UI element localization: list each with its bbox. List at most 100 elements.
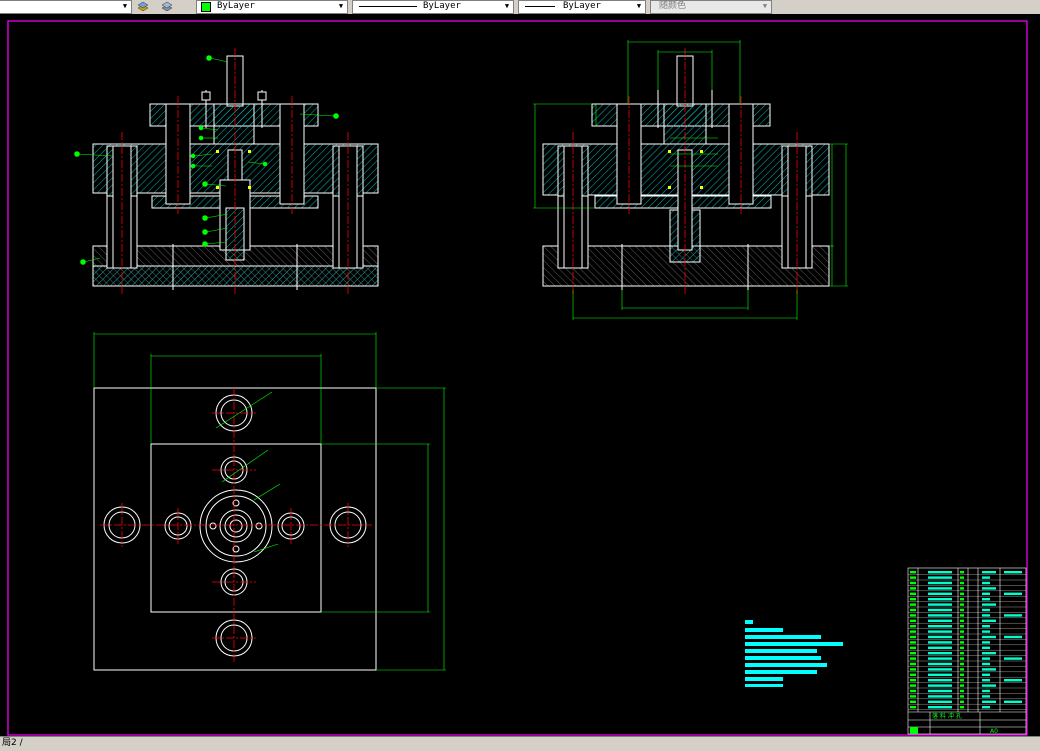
parts-list-entry xyxy=(960,619,964,622)
parts-list-entry xyxy=(982,684,996,687)
parts-list-entry xyxy=(928,657,952,660)
linetype-label: ByLayer xyxy=(423,1,461,11)
command-line[interactable]: 局2 / xyxy=(0,736,1040,751)
parts-list-entry xyxy=(982,576,990,579)
layer-previous-icon[interactable] xyxy=(160,0,174,12)
parts-list-entry xyxy=(960,603,964,606)
parts-list-entry xyxy=(928,587,952,590)
parts-list-entry xyxy=(982,679,990,682)
parts-list-entry xyxy=(960,576,964,579)
parts-list-entry xyxy=(960,657,964,660)
color-control-dropdown[interactable]: ByLayer ▼ xyxy=(196,0,348,14)
parts-list-entry xyxy=(960,635,964,639)
parts-list-entry xyxy=(982,652,996,655)
linetype-control-dropdown[interactable]: ByLayer ▼ xyxy=(352,0,514,14)
parts-list-entry xyxy=(1004,679,1022,682)
parts-list-entry xyxy=(928,581,952,585)
properties-toolbar: ▼ ByLayer ▼ ByLayer ▼ ByLayer ▼ 随颜色 ▼ xyxy=(0,0,1040,15)
parts-list-entry xyxy=(960,684,964,687)
parts-list-entry xyxy=(910,679,916,682)
plotstyle-label: 随颜色 xyxy=(659,1,687,11)
technical-notes xyxy=(745,620,843,687)
parts-list-entry xyxy=(960,652,964,655)
parts-list-entry xyxy=(928,662,952,666)
color-label: ByLayer xyxy=(217,1,255,11)
parts-list-entry xyxy=(982,668,996,671)
parts-list-entry xyxy=(910,662,916,666)
parts-list-entry xyxy=(982,700,996,703)
parts-list-entry xyxy=(928,603,952,606)
parts-list-entry xyxy=(928,625,952,628)
parts-list-entry xyxy=(960,695,964,698)
parts-list-entry xyxy=(982,695,990,698)
parts-list-entry xyxy=(960,668,964,671)
color-swatch xyxy=(201,2,211,12)
parts-list-entry xyxy=(1004,592,1022,595)
parts-list-entry xyxy=(960,614,964,617)
parts-list-entry xyxy=(982,587,996,590)
parts-list-entry xyxy=(960,571,964,574)
parts-list-entry xyxy=(1004,614,1022,617)
parts-list-entry xyxy=(928,695,952,698)
title-block-marker xyxy=(910,727,918,734)
parts-list-entry xyxy=(928,598,952,601)
parts-list-entry xyxy=(910,598,916,601)
model-space-viewport[interactable]: 落 料 冲 孔 A0 xyxy=(0,14,1040,736)
parts-list-entry xyxy=(982,619,996,622)
parts-list-entry xyxy=(960,646,964,649)
lineweight-preview xyxy=(525,6,555,7)
parts-list-rows xyxy=(908,571,1026,710)
parts-list-entry xyxy=(928,592,952,595)
parts-list-entry xyxy=(960,706,964,709)
drawing-border xyxy=(7,20,1028,736)
parts-list-entry xyxy=(928,689,952,693)
plan-view xyxy=(93,387,377,671)
parts-list-entry xyxy=(960,679,964,682)
plotstyle-control-dropdown[interactable]: 随颜色 ▼ xyxy=(650,0,772,14)
parts-list-entry xyxy=(928,630,952,633)
chevron-down-icon: ▼ xyxy=(338,2,344,10)
parts-list-entry xyxy=(960,587,964,590)
parts-list-entry xyxy=(910,673,916,676)
parts-list-entry xyxy=(982,657,990,660)
parts-list-entry xyxy=(928,576,952,579)
parts-list-entry xyxy=(928,635,952,639)
parts-list-entry xyxy=(910,592,916,595)
parts-list-entry xyxy=(910,706,916,709)
chevron-down-icon: ▼ xyxy=(122,2,128,10)
parts-list-entry xyxy=(960,592,964,595)
parts-list-entry xyxy=(982,608,990,612)
parts-list-entry xyxy=(960,641,964,644)
parts-list-entry xyxy=(960,662,964,666)
parts-list-entry xyxy=(928,641,952,644)
parts-list-entry xyxy=(910,684,916,687)
parts-list-entry xyxy=(982,614,990,617)
parts-list-entry xyxy=(928,700,952,703)
parts-list-entry xyxy=(910,587,916,590)
chevron-down-icon: ▼ xyxy=(636,2,642,10)
cad-drawing[interactable]: 落 料 冲 孔 A0 xyxy=(0,14,1040,736)
lineweight-control-dropdown[interactable]: ByLayer ▼ xyxy=(518,0,646,14)
parts-list-entry xyxy=(982,706,990,709)
parts-list-entry xyxy=(982,646,990,649)
title-block-name: 落 料 冲 孔 xyxy=(932,712,962,720)
parts-list-entry xyxy=(960,581,964,585)
parts-list-entry xyxy=(910,608,916,612)
parts-list-entry xyxy=(982,662,990,666)
parts-list-entry xyxy=(960,700,964,703)
parts-list-entry xyxy=(910,576,916,579)
parts-list-entry xyxy=(960,625,964,628)
command-line-text: 局2 / xyxy=(2,738,23,748)
parts-list-entry xyxy=(960,673,964,676)
lineweight-label: ByLayer xyxy=(563,1,601,11)
parts-list-entry xyxy=(1004,571,1022,574)
parts-list-entry xyxy=(960,689,964,693)
layer-dropdown[interactable]: ▼ xyxy=(0,0,132,14)
parts-list-entry xyxy=(910,641,916,644)
plan-view-dimensions xyxy=(93,332,446,671)
parts-list-entry xyxy=(1004,635,1022,639)
parts-list-entry xyxy=(982,641,990,644)
layer-manager-icon[interactable] xyxy=(136,0,150,12)
parts-list-entry xyxy=(910,630,916,633)
parts-list-entry xyxy=(928,668,952,671)
